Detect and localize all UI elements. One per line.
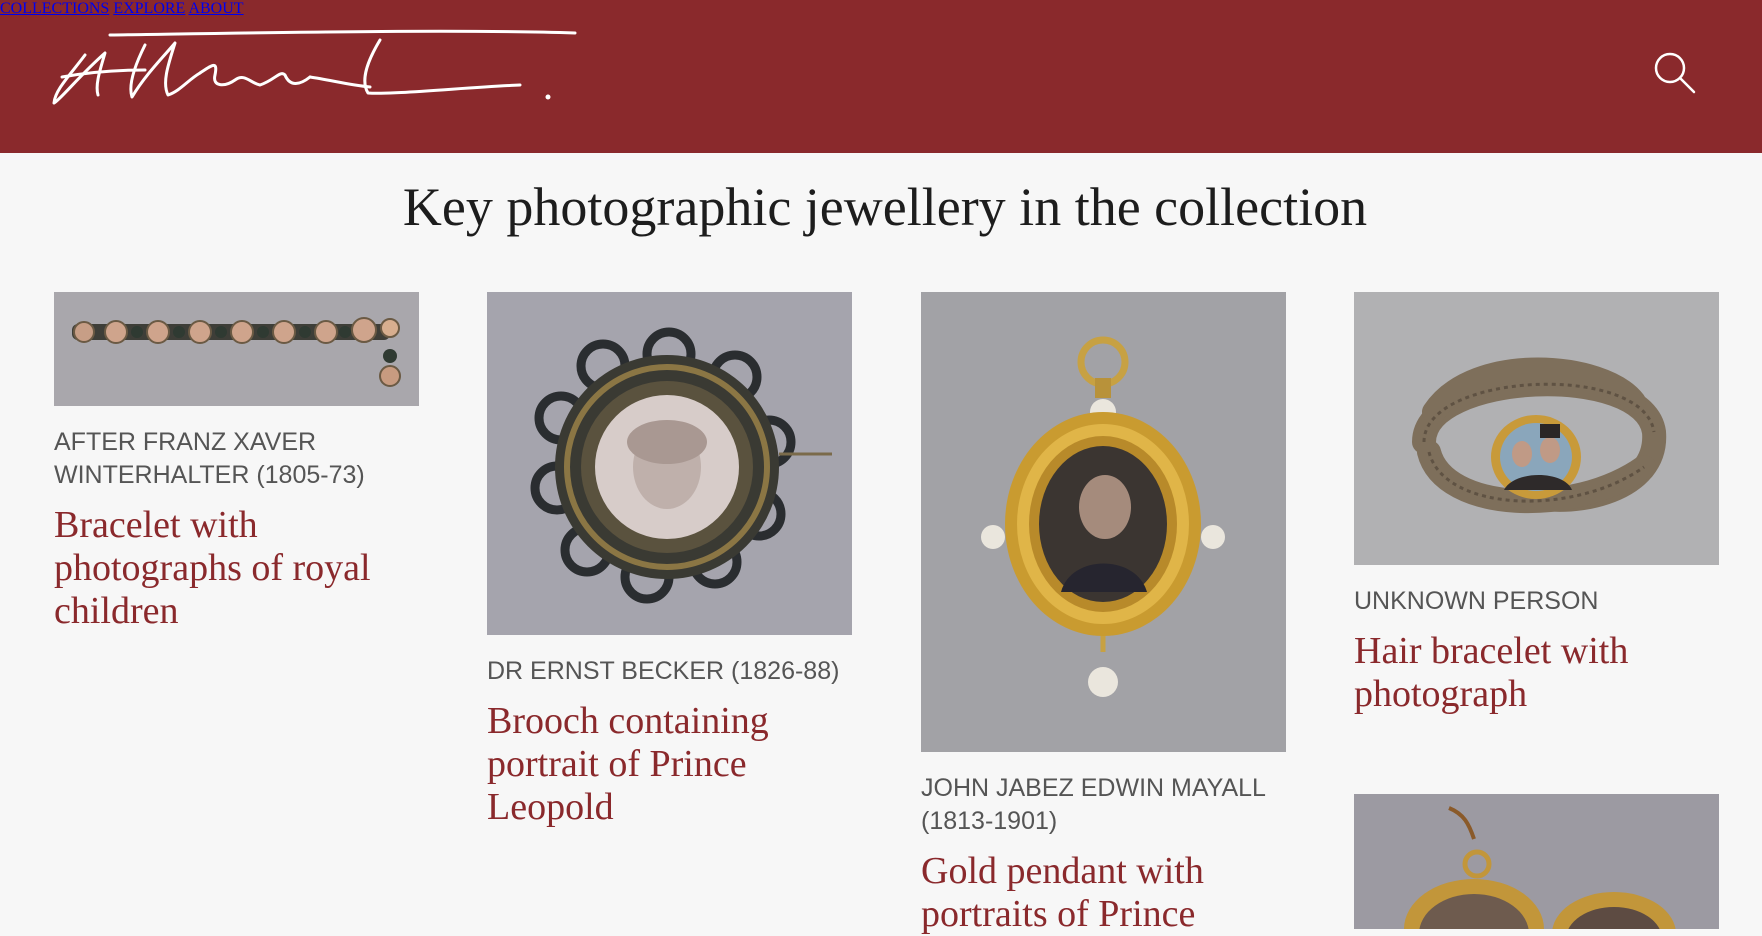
item-title-link[interactable]: Bracelet with photographs of royal child… bbox=[54, 504, 371, 632]
nav-collections[interactable]: COLLECTIONS bbox=[0, 0, 109, 17]
site-header: COLLECTIONS EXPLORE ABOUT bbox=[0, 0, 1762, 153]
item-title[interactable]: Hair bracelet with photograph bbox=[1354, 630, 1719, 716]
item-maker: DR ERNST BECKER (1826-88) bbox=[487, 657, 840, 685]
gold-pendant-image[interactable] bbox=[921, 292, 1286, 752]
page-title: Key photographic jewellery in the collec… bbox=[402, 177, 1368, 237]
brooch-image[interactable] bbox=[487, 292, 852, 635]
item-title-link[interactable]: Brooch containing portrait of Prince Leo… bbox=[487, 700, 769, 828]
nav-explore[interactable]: EXPLORE bbox=[113, 0, 185, 17]
collection-card[interactable]: AFTER FRANZ XAVER WINTERHALTER (1805-73)… bbox=[54, 292, 419, 633]
main-nav: COLLECTIONS EXPLORE ABOUT bbox=[0, 0, 1762, 18]
item-title[interactable]: Brooch containing portrait of Prince Leo… bbox=[487, 700, 852, 829]
item-maker: JOHN JABEZ EDWIN MAYALL (1813-1901) bbox=[921, 774, 1266, 835]
collection-card[interactable]: DR ERNST BECKER (1826-88) Brooch contain… bbox=[487, 292, 852, 829]
hair-bracelet-image[interactable] bbox=[1354, 292, 1719, 565]
item-maker: UNKNOWN PERSON bbox=[1354, 587, 1599, 615]
locket-image[interactable] bbox=[1354, 794, 1719, 929]
search-icon[interactable] bbox=[1652, 50, 1696, 94]
collection-card[interactable] bbox=[1354, 794, 1719, 929]
nav-about[interactable]: ABOUT bbox=[188, 0, 243, 17]
item-title-link[interactable]: Hair bracelet with photograph bbox=[1354, 630, 1628, 715]
item-maker: AFTER FRANZ XAVER WINTERHALTER (1805-73) bbox=[54, 428, 365, 489]
collection-card[interactable]: UNKNOWN PERSON Hair bracelet with photog… bbox=[1354, 292, 1719, 716]
item-title-link[interactable]: Gold pendant with portraits of Prince bbox=[921, 850, 1204, 935]
item-title[interactable]: Gold pendant with portraits of Prince bbox=[921, 850, 1286, 936]
item-title[interactable]: Bracelet with photographs of royal child… bbox=[54, 504, 419, 633]
collection-card[interactable]: JOHN JABEZ EDWIN MAYALL (1813-1901) Gold… bbox=[921, 292, 1286, 936]
albert-signature-logo[interactable] bbox=[50, 25, 585, 113]
bracelet-image[interactable] bbox=[54, 292, 419, 406]
